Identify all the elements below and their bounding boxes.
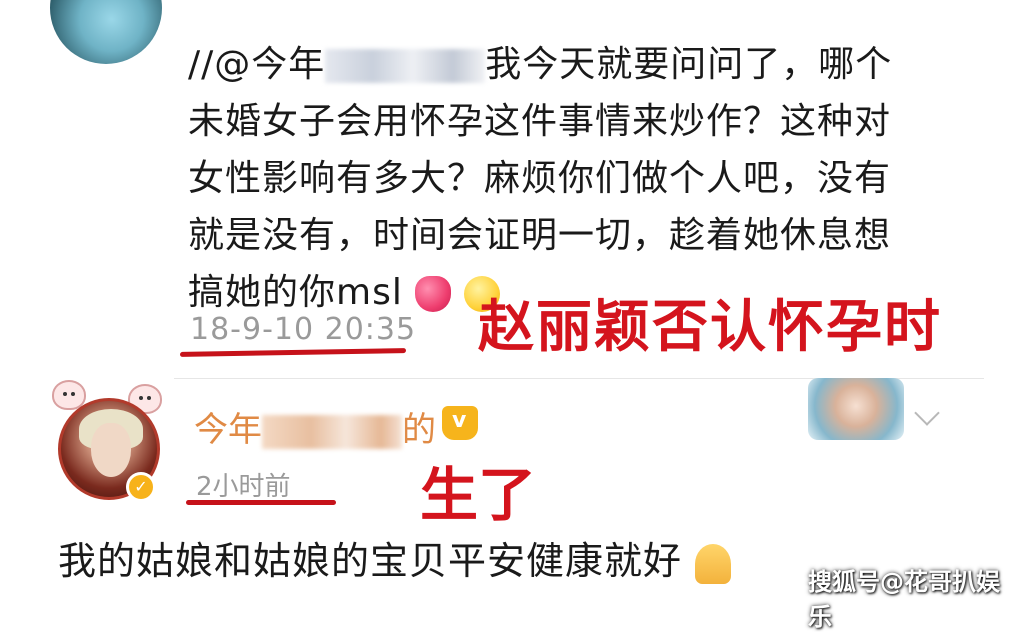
username-prefix: 今年 bbox=[194, 410, 262, 450]
quote-line2: 未婚女子会用怀孕这件事情来炒作？这种对 bbox=[188, 101, 892, 142]
annotation-gave-birth: 生了 bbox=[420, 461, 537, 529]
blurred-username bbox=[325, 49, 486, 83]
reply-body: 我的姑娘和姑娘的宝贝平安健康就好 bbox=[58, 539, 683, 583]
quote-comment-text: //@今年 我今天就要问问了，哪个 未婚女子会用怀孕这件事情来炒作？这种对 女性影… bbox=[188, 36, 928, 321]
quote-line4: 就是没有，时间会证明一切，趁着她休息想 bbox=[188, 215, 892, 256]
quote-timestamp: 18-9-10 20:35 bbox=[190, 312, 417, 347]
reply-text: 我的姑娘和姑娘的宝贝平安健康就好 bbox=[58, 530, 732, 585]
chevron-down-icon[interactable] bbox=[914, 400, 940, 426]
quote-line3: 女性影响有多大？麻烦你们做个人吧，没有 bbox=[188, 158, 892, 199]
red-underline-main bbox=[186, 500, 336, 505]
quote-line1: 我今天就要问问了，哪个 bbox=[485, 44, 893, 85]
watermark: 搜狐号@花哥扒娱乐 bbox=[808, 568, 1000, 631]
avatar-top[interactable] bbox=[50, 0, 162, 64]
quote-line5: 搞她的你msl bbox=[188, 272, 403, 313]
annotation-denial: 赵丽颖否认怀孕时 bbox=[478, 295, 942, 360]
quote-prefix[interactable]: //@今年 bbox=[188, 44, 325, 85]
username-suffix: 的 bbox=[402, 410, 436, 450]
red-underline-top bbox=[179, 348, 407, 357]
verified-badge-icon: ✓ bbox=[126, 472, 156, 502]
pray-emoji bbox=[695, 543, 732, 584]
decorative-sticker bbox=[808, 378, 904, 440]
blurred-username-reply bbox=[262, 414, 402, 449]
avatar-face bbox=[91, 423, 131, 477]
crown-icon bbox=[442, 406, 478, 440]
heart-emoji bbox=[415, 276, 452, 312]
reply-username[interactable]: 今年 的 bbox=[194, 402, 436, 451]
reply-time: 2小时前 bbox=[196, 472, 291, 502]
